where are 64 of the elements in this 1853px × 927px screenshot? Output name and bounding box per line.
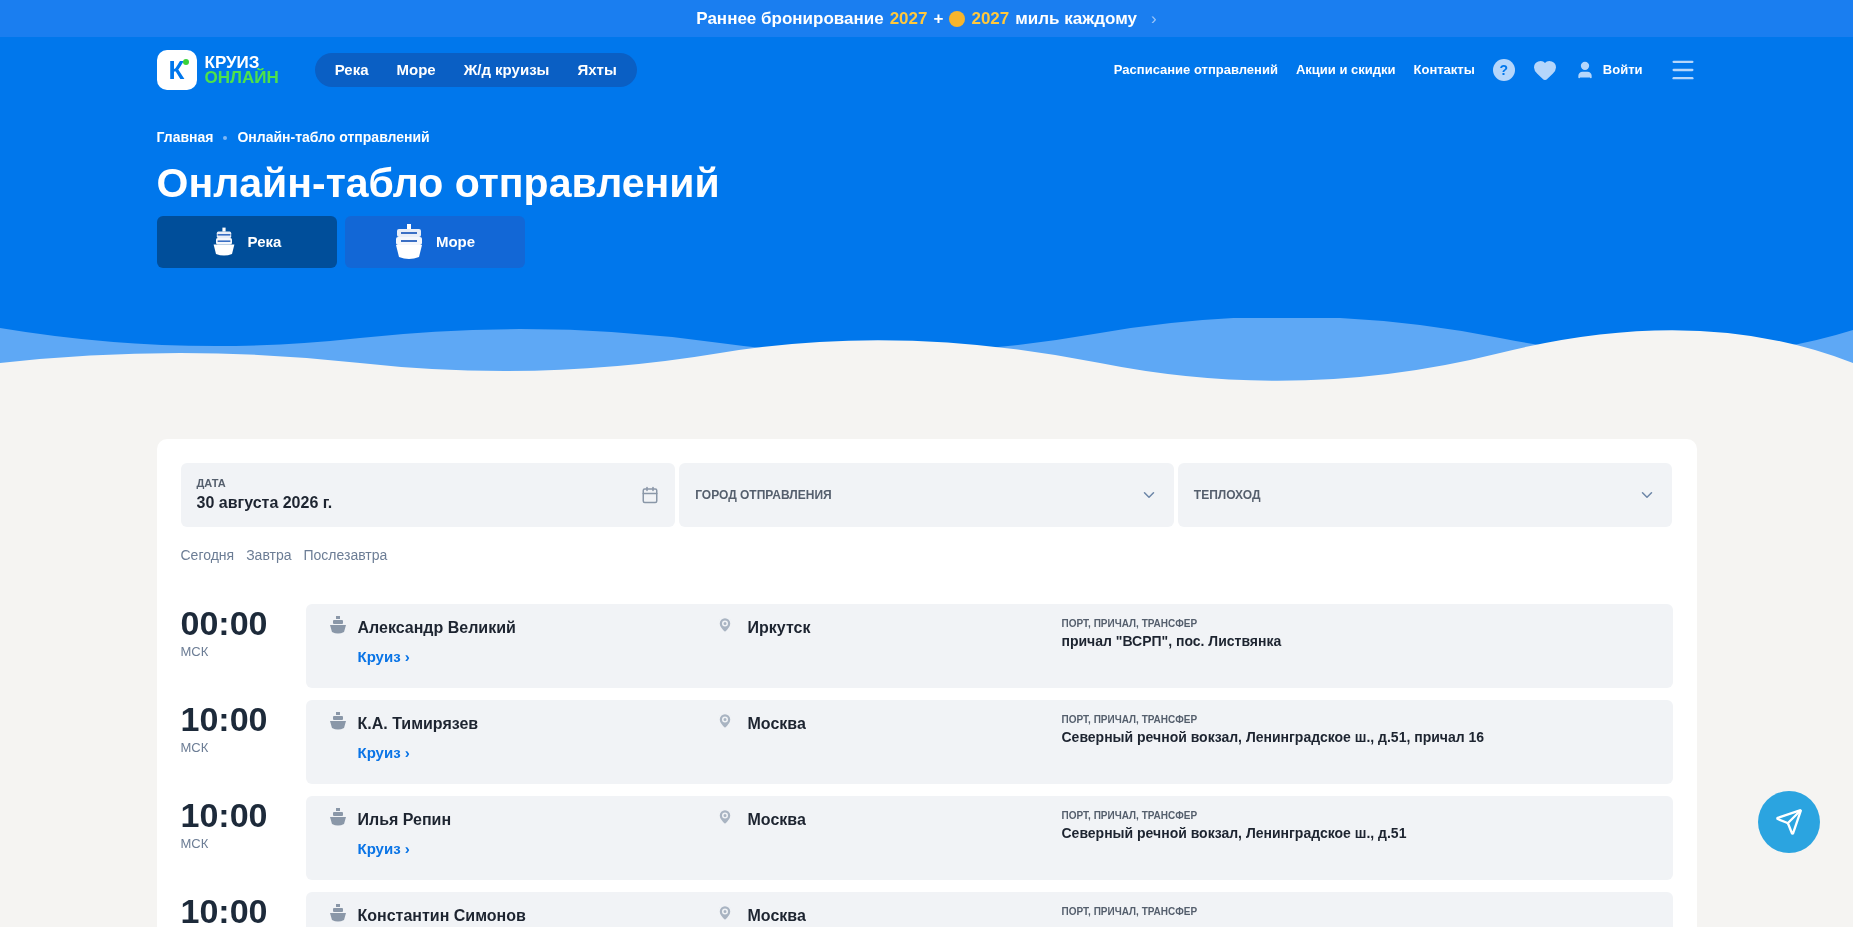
promo-text: миль каждому: [1015, 7, 1138, 30]
port-label: ПОРТ, ПРИЧАЛ, ТРАНСФЕР: [1061, 905, 1198, 919]
port-label: ПОРТ, ПРИЧАЛ, ТРАНСФЕР: [1061, 617, 1199, 631]
city-name: Москва: [747, 714, 806, 734]
category-tab[interactable]: Море: [344, 216, 525, 268]
port-address: Северный речной вокзал, Ленинградское ш., д.51: [1061, 824, 1407, 843]
header-link[interactable]: Контакты: [1413, 60, 1475, 80]
header-link[interactable]: Акции и скидки: [1295, 60, 1396, 80]
timezone-label: МСК: [180, 739, 210, 757]
field-label: ДАТА: [196, 475, 227, 491]
cruise-link[interactable]: Круиз ›: [357, 838, 452, 861]
promo-text: 2027: [971, 7, 1010, 30]
breadcrumb-link[interactable]: Онлайн-табло отправлений: [237, 127, 430, 148]
nav-link[interactable]: Река: [320, 58, 383, 82]
ship-icon: [329, 712, 346, 730]
promo-banner[interactable]: Раннее бронирование 2027 + 2027 миль каждому ›: [0, 0, 1853, 37]
port-label: ПОРТ, ПРИЧАЛ, ТРАНСФЕР: [1061, 713, 1199, 727]
ship-icon: [329, 616, 346, 634]
promo-text: Раннее бронирование: [696, 7, 884, 30]
breadcrumb-link[interactable]: Главная: [156, 127, 214, 148]
ship-icon: [329, 808, 346, 826]
nav-link[interactable]: Ж/д круизы: [449, 58, 564, 82]
help-icon[interactable]: ?: [1492, 59, 1515, 81]
dropdown-field[interactable]: ТЕПЛОХОД: [1177, 463, 1673, 527]
port-label: ПОРТ, ПРИЧАЛ, ТРАНСФЕР: [1061, 809, 1199, 823]
ship-name: Александр Великий: [357, 618, 516, 638]
promo-text: 2027: [889, 7, 928, 30]
dropdown-field[interactable]: ГОРОД ОТПРАВЛЕНИЯ: [679, 463, 1174, 527]
promo-text: +: [933, 7, 944, 30]
heart-icon[interactable]: [1532, 58, 1557, 82]
date-value: 30 августа 2026 г.: [196, 493, 333, 514]
city-name: Иркутск: [747, 618, 811, 638]
ship-name: К.А. Тимирязев: [357, 714, 479, 734]
port-address: причал "ВСРП", пос. Листвянка: [1061, 632, 1282, 651]
departure-time: 00:00: [180, 604, 269, 642]
port-address: Северный речной вокзал, Ленинградское ш., д.51, причал 16: [1061, 728, 1485, 747]
cruise-link[interactable]: Круиз ›: [357, 742, 479, 765]
ship-name: Илья Репин: [357, 810, 452, 830]
nav-link[interactable]: Море: [382, 58, 450, 82]
header-link[interactable]: Расписание отправлений: [1113, 60, 1278, 80]
cruise-ship-icon: [393, 223, 424, 261]
page-title: Онлайн-табло отправлений: [156, 159, 721, 208]
ship-icon: [329, 904, 346, 922]
quick-date-link[interactable]: Завтра: [246, 545, 292, 566]
timezone-label: МСК: [180, 643, 210, 661]
logo[interactable]: К КРУИЗ ОНЛАЙН: [156, 50, 279, 90]
city-name: Москва: [747, 906, 806, 926]
calendar-icon: [641, 486, 660, 504]
date-field[interactable]: ДАТА 30 августа 2026 г.: [180, 463, 676, 527]
quick-date-link[interactable]: Послезавтра: [303, 545, 388, 566]
quick-date-link[interactable]: Сегодня: [180, 545, 235, 566]
send-icon: [1775, 808, 1803, 836]
category-tab[interactable]: Река: [156, 216, 337, 268]
city-name: Москва: [747, 810, 806, 830]
ship-name: Константин Симонов: [357, 906, 526, 926]
departure-time: 10:00: [180, 796, 269, 834]
departure-time: 10:00: [180, 700, 269, 738]
departure-time: 10:00: [180, 892, 269, 927]
nav-link[interactable]: Яхты: [563, 58, 631, 82]
timezone-label: МСК: [180, 835, 210, 853]
cruise-link[interactable]: Круиз ›: [357, 646, 516, 669]
login-link[interactable]: Войти: [1602, 60, 1643, 80]
coin-icon: [949, 10, 966, 27]
chevron-icon: ›: [1151, 5, 1157, 32]
